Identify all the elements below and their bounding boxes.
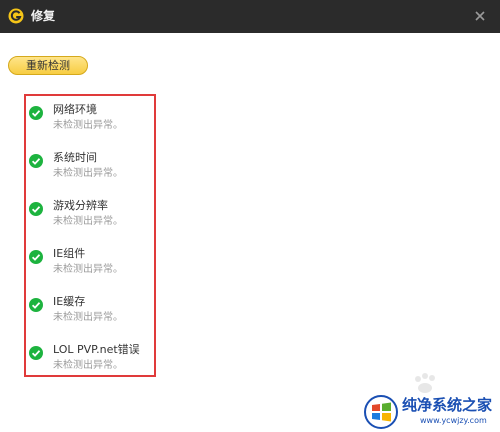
app-logo-icon bbox=[8, 8, 24, 24]
result-item-pvp-net: LOL PVP.net错误 未检测出异常。 bbox=[29, 340, 149, 374]
result-status: 未检测出异常。 bbox=[53, 360, 123, 371]
site-watermark: 纯净系统之家 www.ycwjzy.com bbox=[360, 392, 500, 432]
result-item-system-time: 系统时间 未检测出异常。 bbox=[29, 148, 149, 182]
result-item-ie-component: IE组件 未检测出异常。 bbox=[29, 244, 149, 278]
dialog-title: 修复 bbox=[31, 9, 56, 23]
result-status: 未检测出异常。 bbox=[53, 168, 123, 179]
result-item-network: 网络环境 未检测出异常。 bbox=[29, 100, 149, 134]
watermark-url: www.ycwjzy.com bbox=[420, 416, 487, 425]
check-circle-icon bbox=[29, 106, 43, 120]
check-circle-icon bbox=[29, 298, 43, 312]
close-icon[interactable] bbox=[472, 8, 488, 24]
result-name: 游戏分辨率 bbox=[53, 199, 108, 212]
result-status: 未检测出异常。 bbox=[53, 216, 123, 227]
windows-logo-icon bbox=[364, 395, 398, 429]
result-name: IE组件 bbox=[53, 247, 86, 260]
result-name: IE缓存 bbox=[53, 295, 86, 308]
result-status: 未检测出异常。 bbox=[53, 264, 123, 275]
result-name: LOL PVP.net错误 bbox=[53, 343, 140, 356]
check-circle-icon bbox=[29, 250, 43, 264]
overlay-text: 专业的图形技术软件 bbox=[40, 36, 149, 50]
result-status: 未检测出异常。 bbox=[53, 120, 123, 131]
check-circle-icon bbox=[29, 202, 43, 216]
result-item-resolution: 游戏分辨率 未检测出异常。 bbox=[29, 196, 149, 230]
recheck-button[interactable]: 重新检测 bbox=[8, 56, 88, 75]
result-item-ie-cache: IE缓存 未检测出异常。 bbox=[29, 292, 149, 326]
check-circle-icon bbox=[29, 154, 43, 168]
results-highlight-box bbox=[24, 94, 156, 377]
title-bar: 修复 bbox=[0, 0, 500, 33]
check-circle-icon bbox=[29, 346, 43, 360]
result-name: 系统时间 bbox=[53, 151, 97, 164]
repair-dialog: 修复 专业的图形技术软件 重新检测 网络环境 未检测出异常。 系统时间 未检测出… bbox=[0, 0, 500, 432]
watermark-name: 纯净系统之家 bbox=[402, 396, 493, 414]
result-name: 网络环境 bbox=[53, 103, 97, 116]
result-status: 未检测出异常。 bbox=[53, 312, 123, 323]
